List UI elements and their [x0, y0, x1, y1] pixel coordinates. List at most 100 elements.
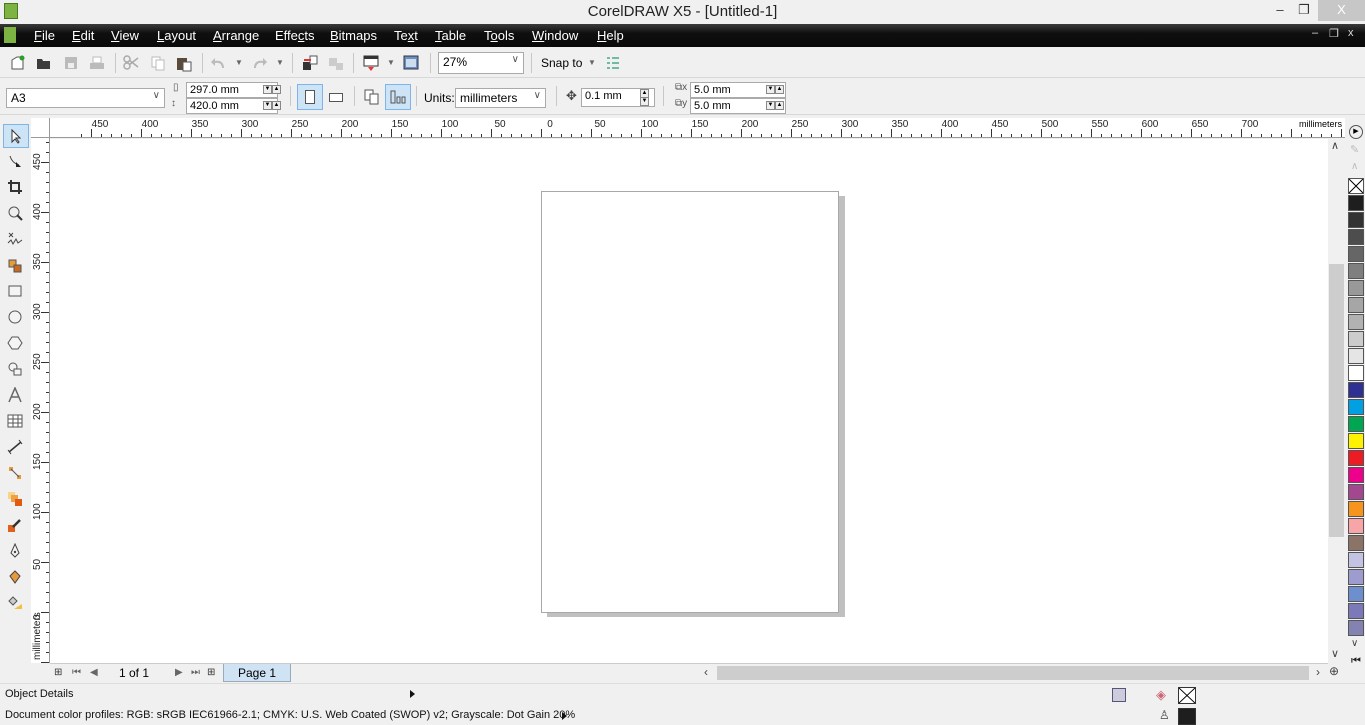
- connector-tool[interactable]: [3, 462, 29, 486]
- scroll-down-icon[interactable]: ∨: [1331, 647, 1339, 660]
- color-swatch[interactable]: [1348, 535, 1364, 551]
- scroll-left-icon[interactable]: ‹: [704, 665, 708, 679]
- object-details-arrow-icon[interactable]: [410, 690, 415, 698]
- color-swatch[interactable]: [1348, 484, 1364, 500]
- rectangle-tool[interactable]: [3, 280, 29, 304]
- dimension-tool[interactable]: [3, 436, 29, 460]
- vertical-scroll-thumb[interactable]: [1329, 264, 1344, 537]
- color-swatch[interactable]: [1348, 552, 1364, 568]
- outline-tool[interactable]: [3, 540, 29, 564]
- export-icon[interactable]: [327, 54, 345, 72]
- next-page-icon[interactable]: ▶: [175, 667, 183, 678]
- dup-x-spin-up[interactable]: ▲: [775, 85, 784, 94]
- vertical-ruler[interactable]: 450 400 350 300 250 200 150 100 50 0 millimeters: [31, 138, 50, 663]
- menu-file[interactable]: File: [34, 28, 55, 43]
- menu-effects[interactable]: Effects: [275, 28, 315, 43]
- menu-layout[interactable]: Layout: [157, 28, 196, 43]
- fill-tool[interactable]: [3, 566, 29, 590]
- color-proof-icon[interactable]: [1112, 688, 1126, 702]
- color-swatch[interactable]: [1348, 467, 1364, 483]
- landscape-button[interactable]: [323, 84, 349, 110]
- dup-y-spin-down[interactable]: ▼: [766, 101, 775, 110]
- menu-window[interactable]: Window: [532, 28, 578, 43]
- width-spin-down[interactable]: ▼: [263, 85, 272, 94]
- horizontal-scrollbar[interactable]: ‹ ›: [700, 663, 1328, 682]
- add-page-after-icon[interactable]: ⊞: [207, 667, 215, 678]
- color-swatch[interactable]: [1348, 348, 1364, 364]
- print-icon[interactable]: [88, 54, 106, 72]
- close-button[interactable]: X: [1318, 0, 1365, 21]
- redo-icon[interactable]: [250, 54, 268, 72]
- color-swatch[interactable]: [1348, 603, 1364, 619]
- polygon-tool[interactable]: [3, 332, 29, 356]
- horizontal-scroll-thumb[interactable]: [717, 666, 1309, 680]
- ruler-origin[interactable]: [31, 118, 50, 138]
- scroll-up-icon[interactable]: ∧: [1331, 139, 1339, 152]
- no-color-swatch[interactable]: [1348, 178, 1364, 194]
- color-swatch[interactable]: [1348, 569, 1364, 585]
- interactive-fill-tool[interactable]: [3, 592, 29, 616]
- color-swatch[interactable]: [1348, 229, 1364, 245]
- color-swatch[interactable]: [1348, 518, 1364, 534]
- color-swatch[interactable]: [1348, 365, 1364, 381]
- height-spin-up[interactable]: ▲: [272, 101, 281, 110]
- color-swatch[interactable]: [1348, 501, 1364, 517]
- color-swatch[interactable]: [1348, 297, 1364, 313]
- maximize-button[interactable]: ❐: [1290, 0, 1318, 21]
- all-pages-button[interactable]: [359, 84, 385, 110]
- menu-bitmaps[interactable]: Bitmaps: [330, 28, 377, 43]
- options-icon[interactable]: [604, 54, 622, 72]
- menu-table[interactable]: Table: [435, 28, 466, 43]
- palette-scroll-down-icon[interactable]: ∨: [1351, 638, 1358, 649]
- palette-expand-icon[interactable]: ⏮: [1351, 655, 1361, 668]
- doc-restore-button[interactable]: ❐: [1329, 27, 1339, 40]
- redo-dropdown-icon[interactable]: ▼: [276, 58, 284, 67]
- units-select[interactable]: millimeters ∨: [455, 88, 546, 108]
- outline-color-swatch[interactable]: [1178, 708, 1196, 725]
- zoom-level-combo[interactable]: 27% ∨: [438, 52, 524, 74]
- horizontal-ruler[interactable]: 450 400 350 300 250 200 150 100 50 0 50 100 150 200 25…: [50, 118, 1345, 138]
- pick-tool[interactable]: [3, 124, 29, 148]
- crop-tool[interactable]: [3, 176, 29, 200]
- color-swatch[interactable]: [1348, 280, 1364, 296]
- color-swatch[interactable]: [1348, 195, 1364, 211]
- portrait-button[interactable]: [297, 84, 323, 110]
- palette-flyout-icon[interactable]: ▶: [1349, 125, 1363, 139]
- fill-color-swatch[interactable]: [1178, 687, 1196, 704]
- vertical-scrollbar[interactable]: ∧ ∨: [1328, 139, 1345, 663]
- freehand-tool[interactable]: [3, 228, 29, 252]
- current-page-button[interactable]: [385, 84, 411, 110]
- color-swatch[interactable]: [1348, 331, 1364, 347]
- dup-y-spin-up[interactable]: ▲: [775, 101, 784, 110]
- zoom-navigator-icon[interactable]: ⊕: [1329, 664, 1339, 678]
- menu-arrange[interactable]: Arrange: [213, 28, 259, 43]
- table-tool[interactable]: [3, 410, 29, 434]
- doc-close-button[interactable]: x: [1348, 27, 1354, 39]
- color-profiles-arrow-icon[interactable]: [562, 712, 567, 720]
- menu-help[interactable]: Help: [597, 28, 624, 43]
- color-swatch[interactable]: [1348, 399, 1364, 415]
- color-swatch[interactable]: [1348, 246, 1364, 262]
- doc-minimize-button[interactable]: –: [1312, 27, 1318, 39]
- copy-icon[interactable]: [149, 54, 167, 72]
- cut-icon[interactable]: [122, 54, 140, 72]
- first-page-icon[interactable]: ⏮: [72, 667, 81, 678]
- menu-edit[interactable]: Edit: [72, 28, 94, 43]
- width-spin-up[interactable]: ▲: [272, 85, 281, 94]
- color-swatch[interactable]: [1348, 450, 1364, 466]
- color-swatch[interactable]: [1348, 433, 1364, 449]
- menu-text[interactable]: Text: [394, 28, 418, 43]
- text-tool[interactable]: [3, 384, 29, 408]
- color-swatch[interactable]: [1348, 416, 1364, 432]
- color-swatch[interactable]: [1348, 620, 1364, 636]
- height-spin-down[interactable]: ▼: [263, 101, 272, 110]
- shape-tool[interactable]: [3, 150, 29, 174]
- smart-fill-tool[interactable]: [3, 254, 29, 278]
- last-page-icon[interactable]: ⏭: [191, 667, 200, 678]
- snap-to-dropdown-icon[interactable]: ▼: [588, 58, 596, 67]
- prev-page-icon[interactable]: ◀: [90, 667, 98, 678]
- drawing-page[interactable]: [541, 191, 839, 613]
- blend-tool[interactable]: [3, 488, 29, 512]
- import-icon[interactable]: [301, 54, 319, 72]
- color-swatch[interactable]: [1348, 212, 1364, 228]
